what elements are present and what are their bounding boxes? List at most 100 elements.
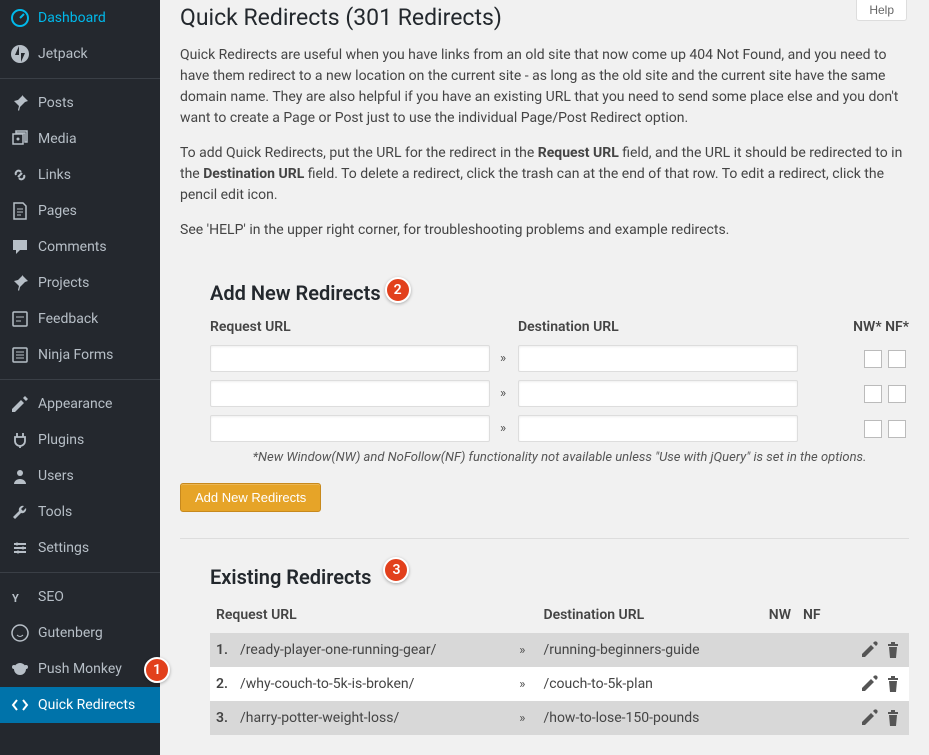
delete-icon[interactable] (883, 708, 903, 728)
delete-icon[interactable] (883, 674, 903, 694)
main-content: Help Quick Redirects (301 Redirects) Qui… (160, 0, 929, 755)
sidebar-item-media[interactable]: Media (0, 121, 160, 157)
pin-icon (10, 273, 30, 293)
sidebar-item-seo[interactable]: Y SEO (0, 579, 160, 615)
destination-url-header: Destination URL (518, 313, 808, 341)
sidebar-item-ninjaforms[interactable]: Ninja Forms (0, 337, 160, 373)
sidebar-item-plugins[interactable]: Plugins (0, 422, 160, 458)
gutenberg-icon (10, 623, 30, 643)
arrow-icon: » (513, 633, 537, 667)
sidebar-item-links[interactable]: Links (0, 157, 160, 193)
redirects-icon (10, 695, 30, 715)
existing-redirects-heading: Existing Redirects 3 (210, 565, 371, 589)
arrow-icon: » (513, 667, 537, 701)
intro-paragraph-1: Quick Redirects are useful when you have… (180, 45, 909, 129)
links-icon (10, 165, 30, 185)
sidebar-label: Media (38, 131, 77, 147)
existing-redirects-table: Request URL Destination URL NW NF 1./rea… (210, 597, 909, 735)
sidebar-label: Settings (38, 540, 89, 556)
request-url-input-1[interactable] (210, 345, 490, 372)
sidebar-label: SEO (38, 589, 64, 605)
request-url-header: Request URL (210, 313, 500, 341)
dashboard-icon (10, 8, 30, 28)
sidebar-label: Posts (38, 95, 74, 111)
nf-header: NF* (885, 319, 909, 335)
table-row: 3./harry-potter-weight-loss/»/how-to-los… (210, 701, 909, 735)
arrow-icon: » (500, 376, 518, 411)
nf-checkbox-1[interactable] (888, 350, 906, 368)
add-redirects-heading: Add New Redirects 2 (210, 281, 381, 305)
destination-url-input-1[interactable] (518, 345, 798, 372)
row-destination-url: /couch-to-5k-plan (537, 667, 762, 701)
users-icon (10, 466, 30, 486)
pin-icon (10, 93, 30, 113)
sidebar-item-tools[interactable]: Tools (0, 494, 160, 530)
monkey-icon (10, 659, 30, 679)
nw-checkbox-2[interactable] (864, 385, 882, 403)
row-number: 3. (210, 701, 234, 735)
sidebar-item-pages[interactable]: Pages (0, 193, 160, 229)
sidebar-label: Quick Redirects (38, 697, 135, 713)
sidebar-item-posts[interactable]: Posts (0, 85, 160, 121)
plugins-icon (10, 430, 30, 450)
sidebar-item-quickredirects[interactable]: Quick Redirects (0, 687, 160, 723)
row-destination-url: /how-to-lose-150-pounds (537, 701, 762, 735)
sidebar-item-users[interactable]: Users (0, 458, 160, 494)
sidebar-label: Links (38, 167, 71, 183)
arrow-icon: » (500, 341, 518, 376)
help-button[interactable]: Help (856, 0, 907, 21)
sidebar-label: Projects (38, 275, 89, 291)
sidebar-label: Feedback (38, 311, 98, 327)
sidebar-item-feedback[interactable]: Feedback (0, 301, 160, 337)
settings-icon (10, 538, 30, 558)
nw-checkbox-1[interactable] (864, 350, 882, 368)
row-destination-url: /running-beginners-guide (537, 633, 762, 667)
svg-text:Y: Y (12, 592, 19, 605)
delete-icon[interactable] (883, 640, 903, 660)
sidebar-item-settings[interactable]: Settings (0, 530, 160, 566)
nw-checkbox-3[interactable] (864, 420, 882, 438)
edit-icon[interactable] (859, 640, 879, 660)
tools-icon (10, 502, 30, 522)
intro-paragraph-3: See 'HELP' in the upper right corner, fo… (180, 220, 909, 241)
table-row: 2./why-couch-to-5k-is-broken/»/couch-to-… (210, 667, 909, 701)
appearance-icon (10, 394, 30, 414)
destination-url-input-2[interactable] (518, 380, 798, 407)
existing-nf-header: NF (797, 597, 829, 633)
row-request-url: /harry-potter-weight-loss/ (234, 701, 513, 735)
nf-checkbox-3[interactable] (888, 420, 906, 438)
existing-destination-header: Destination URL (537, 597, 762, 633)
intro-paragraph-2: To add Quick Redirects, put the URL for … (180, 143, 909, 206)
sidebar-item-projects[interactable]: Projects (0, 265, 160, 301)
sidebar-label: Tools (38, 504, 72, 520)
media-icon (10, 129, 30, 149)
sidebar-item-appearance[interactable]: Appearance (0, 386, 160, 422)
add-redirects-button[interactable]: Add New Redirects (180, 483, 321, 512)
form-icon (10, 345, 30, 365)
add-redirects-form: Request URL Destination URL NW* NF* » » (210, 313, 909, 469)
sidebar-item-comments[interactable]: Comments (0, 229, 160, 265)
edit-icon[interactable] (859, 674, 879, 694)
sidebar-item-gutenberg[interactable]: Gutenberg (0, 615, 160, 651)
request-url-input-2[interactable] (210, 380, 490, 407)
callout-badge-1: 1 (144, 657, 170, 683)
edit-icon[interactable] (859, 708, 879, 728)
destination-url-input-3[interactable] (518, 415, 798, 442)
table-row: 1./ready-player-one-running-gear/»/runni… (210, 633, 909, 667)
sidebar-label: Appearance (38, 396, 112, 412)
sidebar-item-jetpack[interactable]: Jetpack (0, 36, 160, 72)
sidebar-label: Pages (38, 203, 77, 219)
sidebar-item-pushmonkey[interactable]: Push Monkey 1 (0, 651, 160, 687)
arrow-icon: » (500, 411, 518, 446)
pages-icon (10, 201, 30, 221)
sidebar-label: Gutenberg (38, 625, 103, 641)
row-request-url: /ready-player-one-running-gear/ (234, 633, 513, 667)
form-note: *New Window(NW) and NoFollow(NF) functio… (210, 446, 909, 469)
request-url-input-3[interactable] (210, 415, 490, 442)
comments-icon (10, 237, 30, 257)
nf-checkbox-2[interactable] (888, 385, 906, 403)
existing-nw-header: NW (763, 597, 797, 633)
sidebar-item-dashboard[interactable]: Dashboard (0, 0, 160, 36)
row-number: 2. (210, 667, 234, 701)
page-title: Quick Redirects (301 Redirects) (180, 4, 909, 31)
